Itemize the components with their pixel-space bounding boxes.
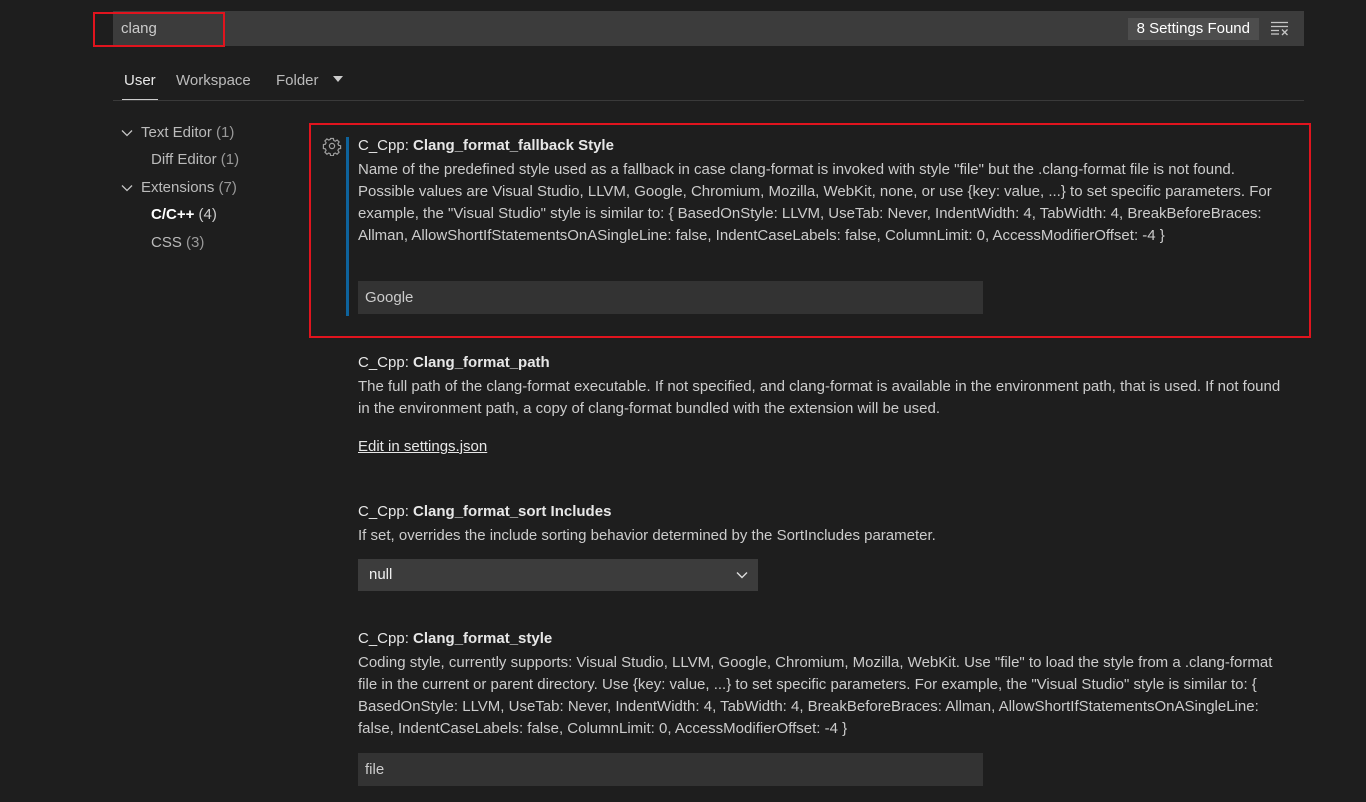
tab-user[interactable]: User xyxy=(122,66,158,100)
setting-key: Clang_format_path xyxy=(413,354,550,371)
setting-key: Clang_format_fallback Style xyxy=(413,137,614,154)
toc-item-label: Diff Editor xyxy=(151,151,217,168)
toc-item-count: (1) xyxy=(216,124,235,141)
setting-category: C_Cpp: xyxy=(358,137,414,154)
chevron-down-icon xyxy=(736,572,748,579)
tab-folder[interactable]: Folder xyxy=(276,66,319,100)
chevron-down-icon[interactable] xyxy=(121,182,133,194)
sort-includes-select[interactable]: null xyxy=(358,559,758,591)
setting-clang-format-style: C_Cpp: Clang_format_style Coding style, … xyxy=(358,628,1293,740)
settings-editor: 8 Settings Found User Workspace Folder T… xyxy=(0,0,1366,802)
results-count-badge: 8 Settings Found xyxy=(1127,18,1259,40)
toc-item-count: (7) xyxy=(218,179,237,196)
setting-description: If set, overrides the include sorting be… xyxy=(358,527,936,544)
scope-tabs: User Workspace Folder xyxy=(113,66,1304,101)
folder-dropdown-icon[interactable] xyxy=(333,76,343,82)
toc-item-count: (3) xyxy=(186,234,205,251)
toc-item-label: Extensions xyxy=(141,179,215,196)
toc-item-count: (1) xyxy=(220,151,240,168)
edit-in-settings-json-link[interactable]: Edit in settings.json xyxy=(358,438,487,455)
setting-key: Clang_format_sort Includes xyxy=(413,503,612,520)
setting-clang-format-path: C_Cpp: Clang_format_path The full path o… xyxy=(358,352,1293,420)
setting-description: Coding style, currently supports: Visual… xyxy=(358,654,1273,737)
tab-workspace[interactable]: Workspace xyxy=(176,66,251,100)
setting-clang-format-fallback-style: C_Cpp: Clang_format_fallback Style Name … xyxy=(358,135,1293,247)
focused-setting-indicator xyxy=(346,137,349,316)
setting-title: C_Cpp: Clang_format_path xyxy=(358,352,1293,374)
toc-item-label: CSS xyxy=(151,234,182,251)
setting-title: C_Cpp: Clang_format_sort Includes xyxy=(358,501,1293,523)
setting-description: The full path of the clang-format execut… xyxy=(358,378,1281,417)
setting-title: C_Cpp: Clang_format_style xyxy=(358,628,1293,650)
toc-item-css[interactable]: CSS (3) xyxy=(151,234,204,251)
setting-category: C_Cpp: xyxy=(358,354,414,371)
gear-icon[interactable] xyxy=(322,136,342,156)
setting-category: C_Cpp: xyxy=(358,630,414,647)
setting-title: C_Cpp: Clang_format_fallback Style xyxy=(358,135,1293,157)
toc-item-label: Text Editor xyxy=(141,124,212,141)
setting-category: C_Cpp: xyxy=(358,503,414,520)
clang-format-style-input[interactable]: file xyxy=(358,753,983,786)
toc-item-label: C/C++ xyxy=(151,206,195,223)
setting-clang-format-sort-includes: C_Cpp: Clang_format_sort Includes If set… xyxy=(358,501,1293,547)
chevron-down-icon[interactable] xyxy=(121,127,133,139)
setting-description: Name of the predefined style used as a f… xyxy=(358,161,1272,244)
toc-item-diff-editor[interactable]: Diff Editor (1) xyxy=(151,151,239,168)
fallback-style-input[interactable]: Google xyxy=(358,281,983,314)
clear-filter-icon[interactable] xyxy=(1270,20,1290,36)
toc-item-extensions[interactable]: Extensions (7) xyxy=(141,179,237,196)
setting-key: Clang_format_style xyxy=(413,630,553,647)
toc-item-cpp[interactable]: C/C++ (4) xyxy=(151,206,217,223)
search-input[interactable] xyxy=(113,11,1013,46)
toc-item-text-editor[interactable]: Text Editor (1) xyxy=(141,124,234,141)
toc-item-count: (4) xyxy=(198,206,217,223)
select-value: null xyxy=(369,566,393,583)
search-bar: 8 Settings Found xyxy=(113,11,1304,46)
